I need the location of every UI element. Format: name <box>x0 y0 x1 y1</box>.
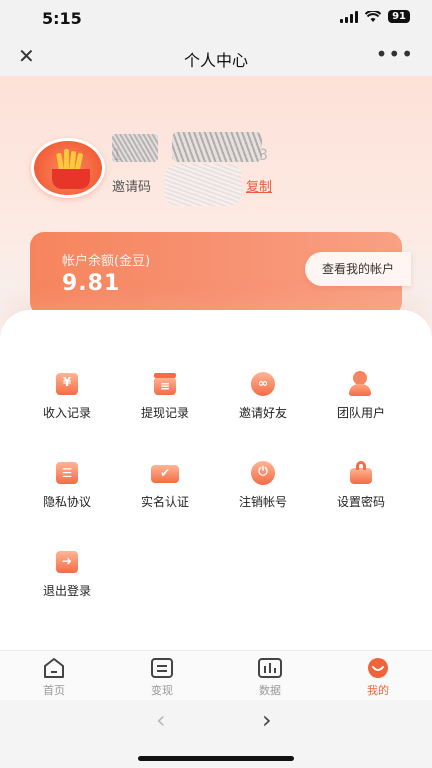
menu-label: 实名认证 <box>140 495 189 509</box>
menu-item-deactivate[interactable]: ⏻ 注销帐号 <box>223 459 303 510</box>
lock-icon <box>347 459 375 487</box>
tab-label: 数据 <box>259 684 281 697</box>
redacted-user-name <box>172 132 262 162</box>
income-record-icon: ¥ <box>53 370 81 398</box>
profile-icon <box>365 657 391 679</box>
avatar[interactable] <box>31 138 105 198</box>
id-verify-icon: ✔ <box>151 459 179 487</box>
cash-icon <box>149 657 175 679</box>
menu-item-withdraw[interactable]: ≡ 提现记录 <box>125 370 205 421</box>
wifi-icon <box>365 10 382 22</box>
team-users-icon <box>347 370 375 398</box>
balance-value: 9.81 <box>62 271 121 296</box>
home-indicator <box>138 756 294 761</box>
more-icon[interactable]: ••• <box>376 42 414 66</box>
menu-item-set-password[interactable]: 设置密码 <box>321 459 401 510</box>
page-title: 个人中心 <box>183 51 248 70</box>
menu-label: 提现记录 <box>140 406 189 420</box>
privacy-icon: ☰ <box>53 459 81 487</box>
menu-label: 隐私协议 <box>42 495 91 509</box>
nav-bar: ✕ 个人中心 ••• <box>0 38 432 76</box>
menu-label: 注销帐号 <box>238 495 287 509</box>
menu-item-privacy[interactable]: ☰ 隐私协议 <box>27 459 107 510</box>
menu-label: 收入记录 <box>42 406 91 420</box>
redacted-user-id <box>112 134 158 162</box>
tab-label: 变现 <box>151 684 173 697</box>
invite-friends-icon: ∞ <box>249 370 277 398</box>
logout-icon: ➜ <box>53 548 81 576</box>
tab-mine[interactable]: 我的 <box>348 657 408 698</box>
menu-label: 邀请好友 <box>238 406 287 420</box>
menu-label: 团队用户 <box>336 406 385 420</box>
menu-item-invite[interactable]: ∞ 邀请好友 <box>223 370 303 421</box>
forward-arrow-icon[interactable]: › <box>262 706 272 734</box>
power-icon: ⏻ <box>249 459 277 487</box>
menu-item-logout[interactable]: ➜ 退出登录 <box>27 548 107 599</box>
tab-home[interactable]: 首页 <box>24 657 84 698</box>
menu-label: 退出登录 <box>42 584 91 598</box>
fries-box <box>52 169 90 189</box>
copy-invite-button[interactable]: 复制 <box>246 176 272 195</box>
status-bar: 5:15 91 <box>0 0 432 38</box>
status-icons: 91 <box>340 10 410 23</box>
home-icon <box>41 657 67 679</box>
menu-item-id-verify[interactable]: ✔ 实名认证 <box>125 459 205 510</box>
tab-data[interactable]: 数据 <box>240 657 300 698</box>
withdraw-record-icon: ≡ <box>151 370 179 398</box>
browser-toolbar: ‹ › <box>0 700 432 768</box>
back-arrow-icon[interactable]: ‹ <box>156 706 166 734</box>
menu-item-team[interactable]: 团队用户 <box>321 370 401 421</box>
menu-label: 设置密码 <box>336 495 385 509</box>
menu-item-income[interactable]: ¥ 收入记录 <box>27 370 107 421</box>
redacted-invite-code <box>164 164 242 206</box>
status-time: 5:15 <box>42 9 82 28</box>
invite-code-label: 邀请码 <box>112 180 152 195</box>
battery-indicator: 91 <box>388 10 410 23</box>
tab-label: 我的 <box>367 684 389 697</box>
signal-icon <box>340 10 359 23</box>
tab-label: 首页 <box>43 684 65 697</box>
tab-bar: 首页 变现 数据 我的 <box>0 650 432 700</box>
view-account-button[interactable]: 查看我的帐户 <box>305 252 411 286</box>
balance-label: 帐户余额(金豆) <box>62 254 151 269</box>
tab-cash[interactable]: 变现 <box>132 657 192 698</box>
chart-icon <box>257 657 283 679</box>
